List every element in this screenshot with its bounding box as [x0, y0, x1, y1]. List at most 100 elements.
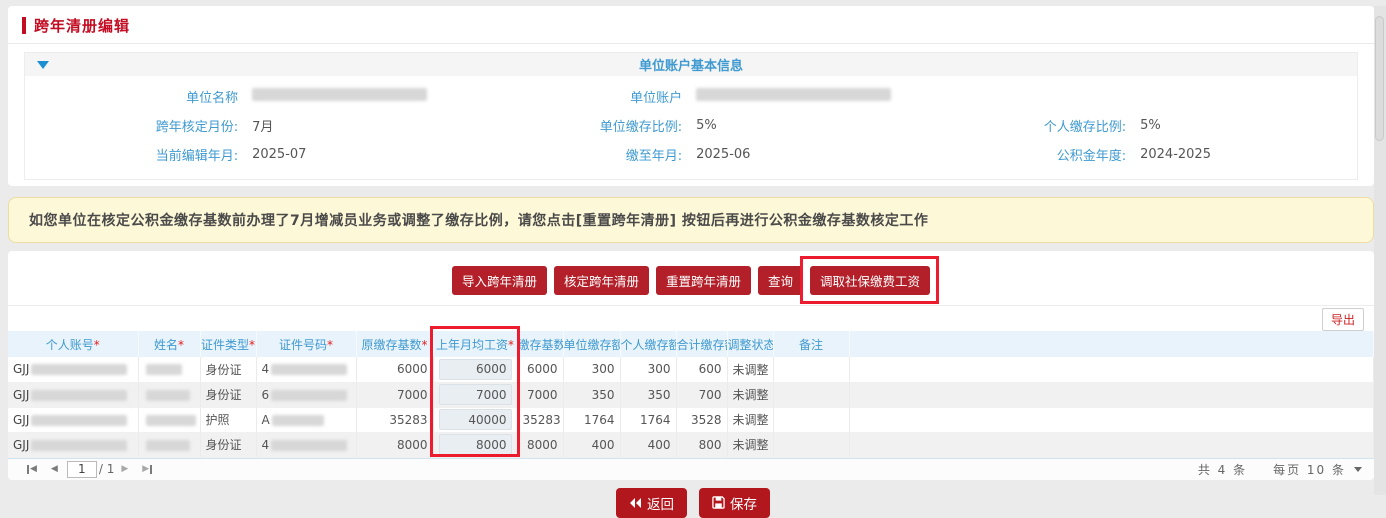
- cell-prev-base: 7000: [356, 382, 433, 407]
- cell-status: 未调整: [727, 382, 773, 407]
- account-panel-body: 单位名称 单位账户 跨年核定月份:7月 单位缴存比例:5% 个人缴存比例:5% …: [25, 76, 1357, 179]
- main-header-card: 跨年清册编辑 单位账户基本信息 单位名称 单位账户 跨年核定月份:7月 单位缴存…: [8, 6, 1374, 186]
- cell-base: 7000: [517, 382, 563, 407]
- floppy-disk-icon: [712, 496, 725, 509]
- next-page-icon[interactable]: ▶: [121, 465, 128, 474]
- cell-remark: [773, 357, 849, 382]
- field-value-edit-month: 2025-07: [252, 147, 306, 162]
- pagination-bar: ◀ ◀ / 1 ▶ ▶ 共 4 条 每页 10 条: [8, 458, 1374, 480]
- cell-unit-amount: 400: [563, 432, 620, 457]
- field-label-edit-month: 当前编辑年月:: [25, 145, 238, 164]
- total-count-label: 共 4 条: [1198, 461, 1247, 478]
- redacted-value: [31, 390, 127, 401]
- cell-prev-base: 35283: [356, 407, 433, 432]
- redacted-value: [271, 364, 347, 375]
- redacted-value: [271, 440, 347, 451]
- scrollbar-thumb[interactable]: [1375, 16, 1384, 141]
- cell-cert-type: 身份证: [200, 432, 256, 457]
- col-prev-base: 原缴存基数*: [356, 331, 433, 357]
- field-label-personal-ratio: 个人缴存比例:: [913, 116, 1126, 135]
- total-pages-label: / 1: [99, 462, 115, 476]
- col-adjust-status: 调整状态*: [727, 331, 773, 357]
- col-cert-type: 证件类型*: [200, 331, 256, 357]
- avg-salary-input[interactable]: [439, 409, 512, 430]
- field-label-unit-ratio: 单位缴存比例:: [469, 116, 682, 135]
- back-button[interactable]: 返回: [616, 488, 687, 518]
- table-row[interactable]: GJJ 身份证 4 8000 8000 400 400 800 未调整: [8, 432, 1374, 457]
- cell-remark: [773, 432, 849, 457]
- page-size-select[interactable]: 每页 10 条: [1273, 461, 1362, 478]
- cell-status: 未调整: [727, 357, 773, 382]
- cell-base: 35283: [517, 407, 563, 432]
- field-value-unit-account: [696, 88, 891, 105]
- redacted-value: [252, 88, 427, 101]
- export-button[interactable]: 导出: [1322, 308, 1364, 331]
- verify-roster-button[interactable]: 核定跨年清册: [554, 266, 649, 295]
- table-row[interactable]: GJJ 护照 A 35283 35283 1764 1764 3528 未调整: [8, 407, 1374, 432]
- notice-banner: 如您单位在核定公积金缴存基数前办理了7月增减员业务或调整了缴存比例，请您点击[重…: [8, 197, 1374, 243]
- avg-salary-input[interactable]: [439, 384, 512, 405]
- field-label-unit-name: 单位名称: [25, 87, 238, 106]
- double-left-arrows-icon: [629, 497, 642, 509]
- col-personal-account: 个人账号*: [8, 331, 138, 357]
- col-name: 姓名*: [138, 331, 200, 357]
- prev-page-icon[interactable]: ◀: [51, 465, 58, 474]
- col-avg-salary: 上年月均工资*: [433, 331, 517, 357]
- col-remark: 备注: [773, 331, 849, 357]
- collapse-triangle-icon[interactable]: [37, 61, 49, 69]
- fetch-social-salary-button[interactable]: 调取社保缴费工资: [810, 266, 930, 295]
- title-accent-bar: [22, 17, 26, 34]
- col-cert-number: 证件号码*: [256, 331, 356, 357]
- import-roster-button[interactable]: 导入跨年清册: [452, 266, 547, 295]
- field-row-3: 当前编辑年月:2025-07 缴至年月:2025-06 公积金年度:2024-2…: [25, 140, 1357, 169]
- cell-personal-amount: 300: [620, 357, 676, 382]
- cell-total-amount: 800: [676, 432, 727, 457]
- cell-total-amount: 700: [676, 382, 727, 407]
- cell-status: 未调整: [727, 432, 773, 457]
- avg-salary-input[interactable]: [439, 359, 512, 380]
- field-row-1: 单位名称 单位账户: [25, 82, 1357, 111]
- redacted-value: [31, 364, 127, 375]
- toolbar: 导入跨年清册 核定跨年清册 重置跨年清册 查询 调取社保缴费工资: [8, 251, 1374, 306]
- export-row: 导出: [8, 306, 1374, 331]
- field-label-fund-year: 公积金年度:: [913, 145, 1126, 164]
- redacted-value: [696, 88, 891, 101]
- query-button[interactable]: 查询: [758, 266, 803, 295]
- col-personal-amount: 个人缴存额*: [620, 331, 676, 357]
- avg-salary-input[interactable]: [439, 434, 512, 455]
- cell-personal-amount: 400: [620, 432, 676, 457]
- cell-cert-type: 身份证: [200, 357, 256, 382]
- cell-personal-amount: 1764: [620, 407, 676, 432]
- cell-prev-base: 8000: [356, 432, 433, 457]
- first-page-icon[interactable]: ◀: [27, 465, 37, 474]
- scrollbar-track[interactable]: [1374, 6, 1386, 495]
- cell-unit-amount: 300: [563, 357, 620, 382]
- roster-card: 导入跨年清册 核定跨年清册 重置跨年清册 查询 调取社保缴费工资 导出 个人账号…: [8, 251, 1374, 480]
- cell-unit-amount: 350: [563, 382, 620, 407]
- cell-status: 未调整: [727, 407, 773, 432]
- save-button[interactable]: 保存: [699, 488, 770, 518]
- redacted-value: [271, 390, 347, 401]
- cell-total-amount: 3528: [676, 407, 727, 432]
- cell-prev-base: 6000: [356, 357, 433, 382]
- account-panel-header[interactable]: 单位账户基本信息: [25, 53, 1357, 76]
- redacted-value: [31, 415, 127, 426]
- field-row-2: 跨年核定月份:7月 单位缴存比例:5% 个人缴存比例:5%: [25, 111, 1357, 140]
- col-total-amount: 合计缴存额*: [676, 331, 727, 357]
- redacted-value: [146, 440, 190, 451]
- redacted-value: [31, 440, 127, 451]
- col-unit-amount: 单位缴存额*: [563, 331, 620, 357]
- cell-remark: [773, 382, 849, 407]
- col-base: 缴存基数*: [517, 331, 563, 357]
- page-number-input[interactable]: [67, 461, 97, 478]
- chevron-down-icon: [1354, 467, 1362, 472]
- table-header-row: 个人账号* 姓名* 证件类型* 证件号码* 原缴存基数* 上年月均工资* 缴存基…: [8, 331, 1374, 357]
- reset-roster-button[interactable]: 重置跨年清册: [656, 266, 751, 295]
- redacted-value: [146, 415, 196, 426]
- last-page-icon[interactable]: ▶: [142, 465, 152, 474]
- table-row[interactable]: GJJ 身份证 4 6000 6000 300 300 600 未调整: [8, 357, 1374, 382]
- field-label-paid-until: 缴至年月:: [469, 145, 682, 164]
- table-row[interactable]: GJJ 身份证 6 7000 7000 350 350 700 未调整: [8, 382, 1374, 407]
- redacted-value: [146, 390, 190, 401]
- roster-table-wrap: 个人账号* 姓名* 证件类型* 证件号码* 原缴存基数* 上年月均工资* 缴存基…: [8, 331, 1374, 458]
